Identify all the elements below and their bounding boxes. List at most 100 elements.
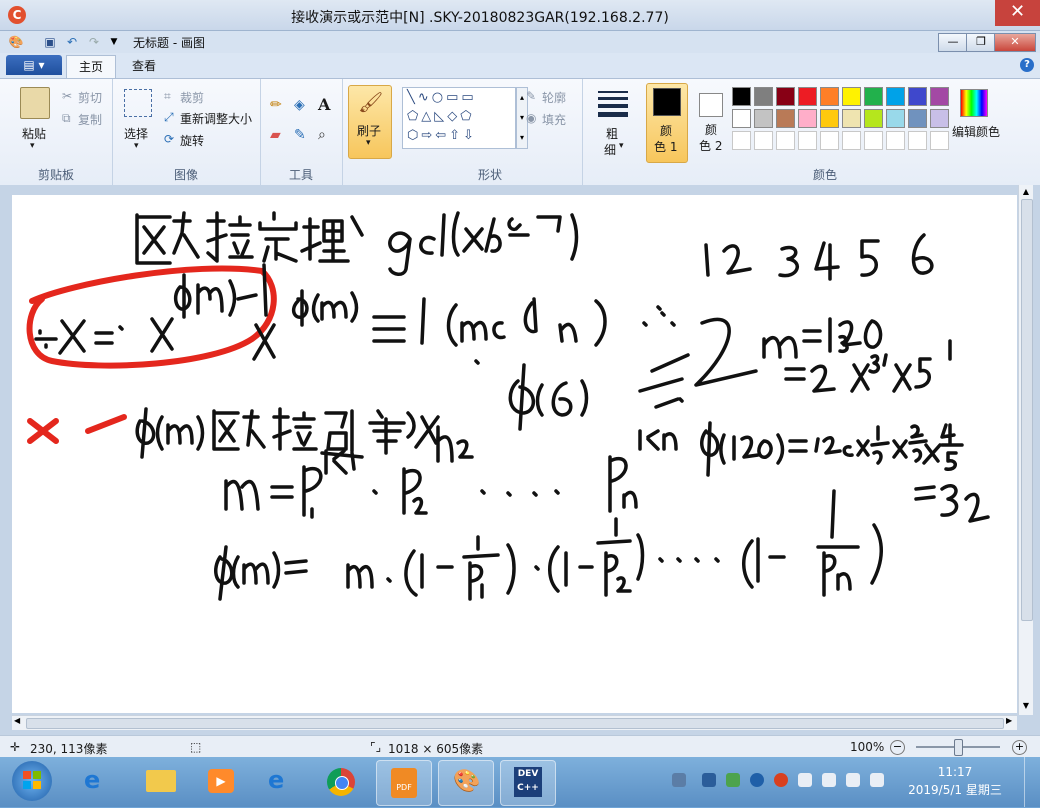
taskbar-explorer-button[interactable]: [134, 760, 188, 804]
shapes-row-2[interactable]: ⬠△◺◇⬠: [407, 109, 475, 124]
minimize-button[interactable]: —: [938, 33, 968, 52]
palette-row2-swatch-7[interactable]: [864, 109, 883, 128]
undo-icon[interactable]: ↶: [64, 34, 80, 50]
redo-icon[interactable]: ↷: [86, 34, 102, 50]
palette-custom-swatch-9[interactable]: [908, 131, 927, 150]
paste-button[interactable]: 粘贴: [22, 125, 46, 142]
palette-custom-swatch-10[interactable]: [930, 131, 949, 150]
color1-button[interactable]: 颜 色 1: [646, 83, 688, 163]
maximize-button[interactable]: ❐: [966, 33, 996, 52]
magnifier-icon[interactable]: ⌕: [318, 127, 326, 143]
paint-app-icon[interactable]: 🎨: [8, 34, 24, 50]
shapes-gallery[interactable]: ╲∿○▭▭ ⬠△◺◇⬠ ⬡⇨⇦⇧⇩: [402, 87, 516, 149]
taskbar-pdf-button[interactable]: PDF: [376, 760, 432, 806]
security-tray-icon[interactable]: [726, 773, 740, 787]
rotate-button[interactable]: 旋转: [180, 132, 204, 149]
horizontal-scroll-thumb[interactable]: [26, 718, 1004, 729]
fill-button[interactable]: 填充: [542, 111, 566, 128]
file-menu-button[interactable]: ▤ ▾: [6, 55, 62, 75]
start-button[interactable]: [12, 761, 52, 801]
remote-close-button[interactable]: ✕: [995, 0, 1040, 26]
quick-access-dropdown-icon[interactable]: ▼: [106, 34, 122, 50]
tab-home[interactable]: 主页: [66, 55, 117, 78]
network-tray-icon[interactable]: [702, 773, 716, 787]
palette-custom-swatch-6[interactable]: [842, 131, 861, 150]
horizontal-scrollbar[interactable]: ◀ ▶: [12, 715, 1017, 730]
device-tray-icon[interactable]: [798, 773, 812, 787]
shapes-row-1[interactable]: ╲∿○▭▭: [407, 90, 477, 105]
fill-bucket-icon[interactable]: ◈: [294, 97, 305, 113]
copy-button[interactable]: 复制: [78, 111, 102, 128]
palette-row2-swatch-4[interactable]: [798, 109, 817, 128]
edit-colors-icon[interactable]: [960, 89, 988, 117]
close-button[interactable]: ✕: [994, 33, 1036, 52]
palette-row2-swatch-10[interactable]: [930, 109, 949, 128]
show-desktop-button[interactable]: [1024, 757, 1040, 807]
edit-colors-button[interactable]: 编辑颜色: [952, 123, 1000, 140]
palette-row1-swatch-8[interactable]: [886, 87, 905, 106]
eraser-icon[interactable]: ▰: [270, 127, 281, 143]
color-picker-icon[interactable]: ✎: [294, 127, 306, 143]
taskbar-chrome-button[interactable]: [314, 760, 368, 804]
resize-button[interactable]: 重新调整大小: [180, 110, 252, 127]
zoom-in-button[interactable]: +: [1012, 740, 1027, 755]
app-tray-icon[interactable]: [774, 773, 788, 787]
paste-icon[interactable]: [20, 87, 50, 119]
palette-row1-swatch-4[interactable]: [798, 87, 817, 106]
palette-row2-swatch-2[interactable]: [754, 109, 773, 128]
taskbar-ie2-button[interactable]: e: [254, 760, 308, 804]
select-dropdown-icon[interactable]: ▾: [134, 141, 139, 151]
palette-custom-swatch-1[interactable]: [732, 131, 751, 150]
cut-button[interactable]: 剪切: [78, 89, 102, 106]
zoom-slider-thumb[interactable]: [954, 739, 963, 756]
brushes-button[interactable]: 🖌 刷子 ▾: [348, 85, 392, 159]
vertical-scroll-thumb[interactable]: [1021, 199, 1033, 621]
taskbar-media-button[interactable]: ▶: [194, 760, 248, 804]
select-button[interactable]: 选择: [124, 125, 148, 142]
keyboard-tray-icon[interactable]: [672, 773, 686, 787]
bluetooth-tray-icon[interactable]: [750, 773, 764, 787]
scroll-up-icon[interactable]: ▲: [1020, 187, 1032, 197]
zoom-out-button[interactable]: −: [890, 740, 905, 755]
color2-button[interactable]: 颜 色 2: [692, 83, 732, 161]
palette-row1-swatch-9[interactable]: [908, 87, 927, 106]
palette-custom-swatch-2[interactable]: [754, 131, 773, 150]
drawing-canvas[interactable]: [12, 195, 1017, 713]
pencil-icon[interactable]: ✏: [270, 97, 282, 113]
usb-tray-icon[interactable]: [822, 773, 836, 787]
remote-window-titlebar[interactable]: C 接收演示或示范中[N] .SKY-20180823GAR(192.168.2…: [0, 0, 1040, 31]
palette-custom-swatch-7[interactable]: [864, 131, 883, 150]
system-clock[interactable]: 11:17 2019/5/1 星期三: [900, 763, 1010, 799]
palette-custom-swatch-4[interactable]: [798, 131, 817, 150]
palette-row1-swatch-5[interactable]: [820, 87, 839, 106]
palette-row2-swatch-1[interactable]: [732, 109, 751, 128]
palette-row1-swatch-10[interactable]: [930, 87, 949, 106]
size-button[interactable]: 粗 细 ▾: [592, 85, 634, 161]
palette-custom-swatch-5[interactable]: [820, 131, 839, 150]
paste-dropdown-icon[interactable]: ▾: [30, 141, 35, 151]
speaker-tray-icon[interactable]: [870, 773, 884, 787]
palette-row1-swatch-7[interactable]: [864, 87, 883, 106]
volume-tray-icon[interactable]: [846, 773, 860, 787]
outline-button[interactable]: 轮廓: [542, 89, 566, 106]
crop-button[interactable]: 裁剪: [180, 89, 204, 106]
palette-row2-swatch-5[interactable]: [820, 109, 839, 128]
palette-row1-swatch-3[interactable]: [776, 87, 795, 106]
vertical-scrollbar[interactable]: ▲ ▼: [1018, 185, 1033, 715]
shapes-row-3[interactable]: ⬡⇨⇦⇧⇩: [407, 128, 477, 143]
palette-row2-swatch-9[interactable]: [908, 109, 927, 128]
save-icon[interactable]: ▣: [42, 34, 58, 50]
palette-row1-swatch-6[interactable]: [842, 87, 861, 106]
paint-titlebar[interactable]: 🎨 ▣ ↶ ↷ ▼ 无标题 - 画图 — ❐ ✕: [0, 31, 1040, 53]
palette-row2-swatch-3[interactable]: [776, 109, 795, 128]
text-tool-icon[interactable]: A: [318, 95, 330, 114]
scroll-down-icon[interactable]: ▼: [1020, 701, 1032, 711]
taskbar-ie-button[interactable]: e: [70, 760, 124, 804]
select-icon[interactable]: [124, 89, 152, 117]
taskbar-devcpp-button[interactable]: DEV C++: [500, 760, 556, 806]
taskbar-paint-button[interactable]: 🎨: [438, 760, 494, 806]
palette-row1-swatch-2[interactable]: [754, 87, 773, 106]
scroll-right-icon[interactable]: ▶: [1006, 716, 1012, 725]
palette-row2-swatch-6[interactable]: [842, 109, 861, 128]
tab-view[interactable]: 查看: [120, 55, 168, 77]
